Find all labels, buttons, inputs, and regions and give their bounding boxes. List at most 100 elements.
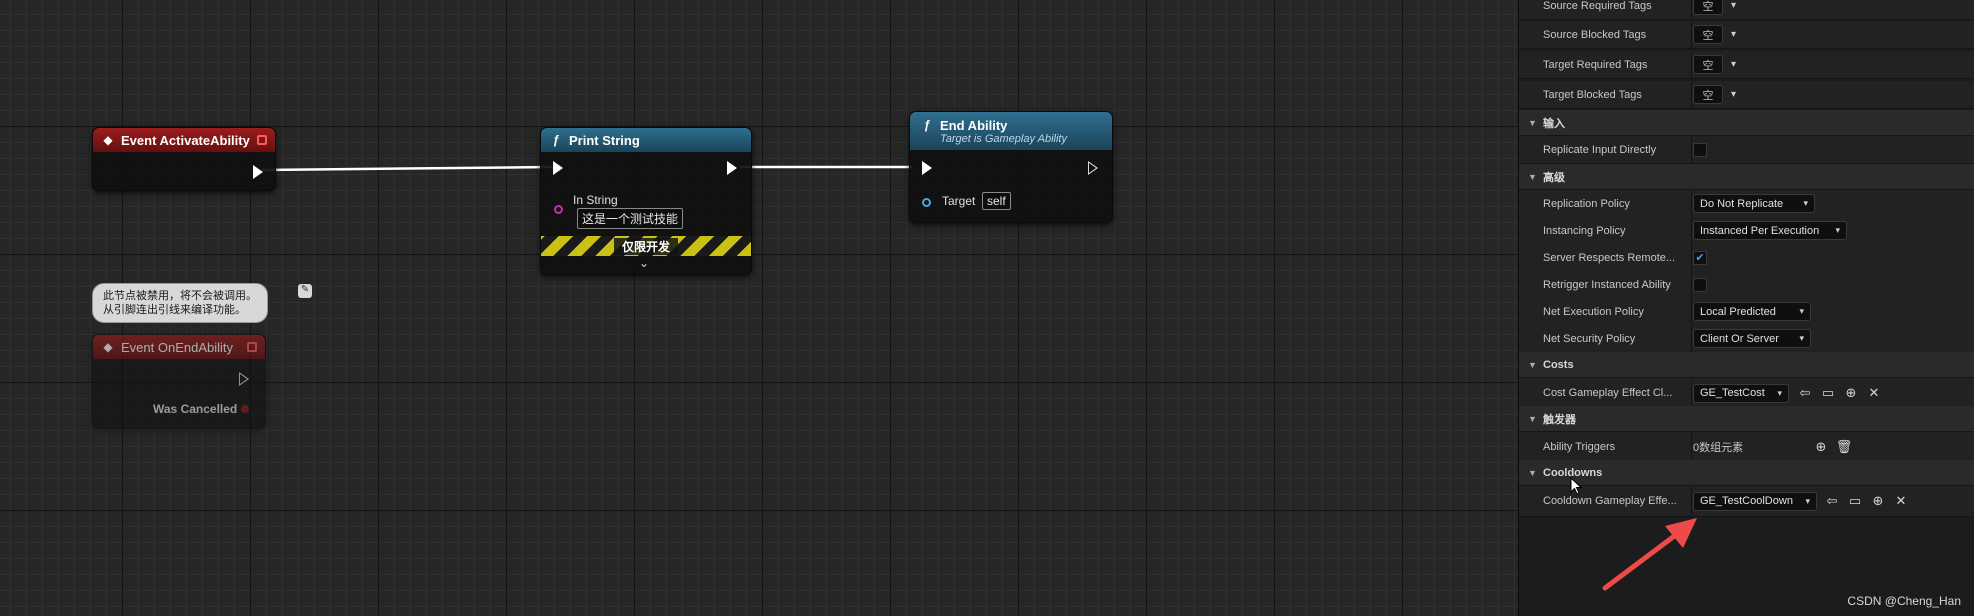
browse-folder-icon[interactable]: ▭	[1820, 385, 1836, 401]
column-divider	[1691, 136, 1692, 163]
instancing-policy-dropdown[interactable]: Instanced Per Execution ▾	[1693, 221, 1847, 240]
chevron-down-icon[interactable]: ▾	[1731, 89, 1736, 100]
chevron-down-icon[interactable]: ▾	[1731, 29, 1736, 40]
event-delegate-pin-icon[interactable]	[257, 135, 267, 145]
collapse-triangle-icon: ▼	[1528, 171, 1537, 182]
node-header: ◆ Event ActivateAbility	[93, 128, 275, 152]
add-plus-icon[interactable]: ⊕	[1813, 439, 1829, 455]
tag-container-value[interactable]: 空	[1693, 25, 1723, 44]
chevron-down-icon: ▾	[1803, 198, 1808, 208]
use-selected-arrow-icon[interactable]: ⇦	[1824, 493, 1840, 509]
collapse-triangle-icon: ▼	[1528, 413, 1537, 424]
tag-container-value[interactable]: 空	[1693, 0, 1723, 15]
node-end-ability[interactable]: ƒ End Ability Target is Gameplay Ability…	[909, 111, 1113, 223]
property-row-net-execution-policy: Net Execution Policy Local Predicted ▾	[1519, 298, 1974, 326]
replication-policy-dropdown[interactable]: Do Not Replicate ▾	[1693, 194, 1815, 213]
was-cancelled-pin-icon[interactable]	[241, 405, 249, 413]
tag-container-value[interactable]: 空	[1693, 55, 1723, 74]
property-label: Cost Gameplay Effect Cl...	[1543, 387, 1673, 399]
section-title: Costs	[1543, 358, 1574, 371]
property-row-source-required-tags: Source Required Tags 空 ▾	[1519, 0, 1974, 20]
node-print-string[interactable]: ƒ Print String In String 这是一个测试技能 仅限开发 ⌄	[540, 127, 752, 275]
property-row-cost-gameplay-effect: Cost Gameplay Effect Cl... GE_TestCost ▾…	[1519, 378, 1974, 409]
event-delegate-pin-icon[interactable]	[247, 342, 257, 352]
collapse-triangle-icon: ▼	[1528, 467, 1537, 478]
chevron-down-icon[interactable]: ▾	[1731, 0, 1736, 11]
tag-container-value[interactable]: 空	[1693, 85, 1723, 104]
browse-folder-icon[interactable]: ▭	[1847, 493, 1863, 509]
tooltip-line: 从引脚连出引线来编译功能。	[103, 304, 246, 316]
exec-output-pin[interactable]	[253, 165, 263, 179]
section-input[interactable]: ▼ 输入	[1519, 110, 1974, 136]
exec-input-pin[interactable]	[922, 161, 932, 175]
exec-output-pin[interactable]	[727, 161, 737, 175]
exec-output-pin[interactable]	[1088, 161, 1098, 175]
in-string-input[interactable]: 这是一个测试技能	[577, 208, 684, 229]
dropdown-value: GE_TestCoolDown	[1700, 495, 1793, 507]
section-cooldowns[interactable]: ▼ Cooldowns	[1519, 460, 1974, 486]
column-divider	[1691, 298, 1692, 325]
dropdown-value: Instanced Per Execution	[1700, 224, 1820, 237]
add-plus-icon[interactable]: ⊕	[1870, 493, 1886, 509]
exec-output-pin[interactable]	[239, 372, 249, 386]
chevron-down-icon[interactable]: ▾	[1731, 59, 1736, 70]
property-row-ability-triggers: Ability Triggers 0数组元素 ⊕ 🗑	[1519, 432, 1974, 463]
target-pin-icon[interactable]	[922, 198, 931, 207]
cost-gameplay-effect-dropdown[interactable]: GE_TestCost ▾	[1693, 383, 1789, 403]
collapse-triangle-icon: ▼	[1528, 117, 1537, 128]
pin-icon[interactable]: ✎	[298, 284, 312, 298]
column-divider	[1691, 217, 1692, 244]
property-row-net-security-policy: Net Security Policy Client Or Server ▾	[1519, 325, 1974, 353]
section-costs[interactable]: ▼ Costs	[1519, 352, 1974, 378]
replicate-input-checkbox[interactable]	[1693, 142, 1707, 157]
property-row-replication-policy: Replication Policy Do Not Replicate ▾	[1519, 190, 1974, 218]
property-row-target-required-tags: Target Required Tags 空 ▾	[1519, 51, 1974, 79]
property-label: Net Execution Policy	[1543, 305, 1644, 318]
use-selected-arrow-icon[interactable]: ⇦	[1797, 385, 1813, 401]
tooltip-line: 此节点被禁用，将不会被调用。	[103, 290, 257, 302]
property-label: Cooldown Gameplay Effe...	[1543, 495, 1677, 507]
property-label: Server Respects Remote...	[1543, 251, 1676, 264]
property-label: Replication Policy	[1543, 197, 1630, 210]
array-count-text: 0数组元素	[1693, 442, 1744, 454]
details-panel: Source Required Tags 空 ▾ Source Blocked …	[1518, 0, 1974, 616]
server-respects-remote-checkbox[interactable]: ✔	[1693, 250, 1707, 265]
property-row-replicate-input: Replicate Input Directly	[1519, 136, 1974, 164]
event-diamond-icon: ◆	[103, 133, 113, 147]
property-row-instancing-policy: Instancing Policy Instanced Per Executio…	[1519, 217, 1974, 245]
checkmark-icon: ✔	[1695, 252, 1705, 264]
retrigger-instanced-checkbox[interactable]	[1693, 277, 1707, 292]
section-triggers[interactable]: ▼ 触发器	[1519, 406, 1974, 432]
column-divider	[1691, 21, 1692, 48]
node-event-activate-ability[interactable]: ◆ Event ActivateAbility	[92, 127, 276, 191]
dropdown-value: Local Predicted	[1700, 305, 1776, 318]
net-execution-policy-dropdown[interactable]: Local Predicted ▾	[1693, 302, 1811, 321]
add-plus-icon[interactable]: ⊕	[1843, 385, 1859, 401]
section-advanced[interactable]: ▼ 高级	[1519, 164, 1974, 190]
chevron-down-icon: ▾	[1777, 387, 1782, 398]
target-input[interactable]: self	[982, 192, 1011, 210]
property-row-source-blocked-tags: Source Blocked Tags 空 ▾	[1519, 21, 1974, 49]
node-event-on-end-ability[interactable]: ◆ Event OnEndAbility Was Cancelled	[92, 334, 266, 428]
clear-x-icon[interactable]: ✕	[1866, 385, 1882, 401]
trash-icon[interactable]: 🗑	[1836, 439, 1853, 455]
event-diamond-icon: ◆	[103, 340, 113, 354]
chevron-down-icon: ▾	[1799, 333, 1804, 343]
chevron-down-icon: ▾	[1799, 306, 1804, 316]
blueprint-graph-canvas[interactable]: ◆ Event ActivateAbility ƒ Print String I…	[0, 0, 1518, 616]
clear-x-icon[interactable]: ✕	[1893, 493, 1909, 509]
in-string-pin-icon[interactable]	[554, 205, 563, 214]
net-security-policy-dropdown[interactable]: Client Or Server ▾	[1693, 329, 1811, 348]
column-divider	[1691, 244, 1692, 271]
chevron-down-icon[interactable]: ⌄	[639, 256, 649, 270]
function-icon: ƒ	[923, 118, 931, 132]
exec-input-pin[interactable]	[553, 161, 563, 175]
cooldown-gameplay-effect-dropdown[interactable]: GE_TestCoolDown ▾	[1693, 491, 1817, 511]
property-label: Target Required Tags	[1543, 58, 1648, 71]
section-title: 输入	[1543, 117, 1565, 130]
property-label: Target Blocked Tags	[1543, 88, 1642, 101]
node-title: Print String	[569, 132, 640, 148]
column-divider	[1691, 378, 1692, 408]
dropdown-value: Do Not Replicate	[1700, 197, 1784, 210]
annotation-arrow-icon	[1602, 518, 1697, 591]
